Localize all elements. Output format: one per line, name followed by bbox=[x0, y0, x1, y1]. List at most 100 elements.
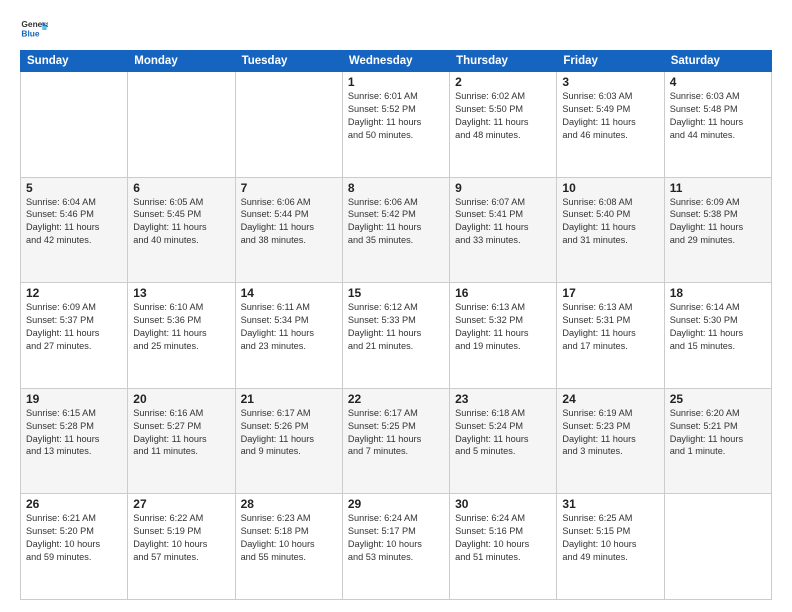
day-number: 31 bbox=[562, 497, 658, 511]
calendar-cell: 1Sunrise: 6:01 AM Sunset: 5:52 PM Daylig… bbox=[342, 72, 449, 178]
day-number: 19 bbox=[26, 392, 122, 406]
calendar-cell: 28Sunrise: 6:23 AM Sunset: 5:18 PM Dayli… bbox=[235, 494, 342, 600]
day-info: Sunrise: 6:13 AM Sunset: 5:32 PM Dayligh… bbox=[455, 301, 551, 353]
day-number: 25 bbox=[670, 392, 766, 406]
day-info: Sunrise: 6:20 AM Sunset: 5:21 PM Dayligh… bbox=[670, 407, 766, 459]
day-info: Sunrise: 6:10 AM Sunset: 5:36 PM Dayligh… bbox=[133, 301, 229, 353]
calendar-cell: 6Sunrise: 6:05 AM Sunset: 5:45 PM Daylig… bbox=[128, 177, 235, 283]
day-number: 28 bbox=[241, 497, 337, 511]
week-row-0: 1Sunrise: 6:01 AM Sunset: 5:52 PM Daylig… bbox=[21, 72, 772, 178]
day-info: Sunrise: 6:04 AM Sunset: 5:46 PM Dayligh… bbox=[26, 196, 122, 248]
weekday-header-wednesday: Wednesday bbox=[342, 51, 449, 72]
calendar-cell: 31Sunrise: 6:25 AM Sunset: 5:15 PM Dayli… bbox=[557, 494, 664, 600]
day-info: Sunrise: 6:06 AM Sunset: 5:44 PM Dayligh… bbox=[241, 196, 337, 248]
day-number: 11 bbox=[670, 181, 766, 195]
day-number: 29 bbox=[348, 497, 444, 511]
day-number: 7 bbox=[241, 181, 337, 195]
day-number: 4 bbox=[670, 75, 766, 89]
day-info: Sunrise: 6:11 AM Sunset: 5:34 PM Dayligh… bbox=[241, 301, 337, 353]
day-number: 10 bbox=[562, 181, 658, 195]
calendar-cell: 10Sunrise: 6:08 AM Sunset: 5:40 PM Dayli… bbox=[557, 177, 664, 283]
logo-icon: General Blue bbox=[20, 16, 48, 44]
calendar-cell: 11Sunrise: 6:09 AM Sunset: 5:38 PM Dayli… bbox=[664, 177, 771, 283]
week-row-3: 19Sunrise: 6:15 AM Sunset: 5:28 PM Dayli… bbox=[21, 388, 772, 494]
calendar-cell: 23Sunrise: 6:18 AM Sunset: 5:24 PM Dayli… bbox=[450, 388, 557, 494]
day-info: Sunrise: 6:07 AM Sunset: 5:41 PM Dayligh… bbox=[455, 196, 551, 248]
calendar-cell bbox=[235, 72, 342, 178]
day-info: Sunrise: 6:08 AM Sunset: 5:40 PM Dayligh… bbox=[562, 196, 658, 248]
calendar-cell: 30Sunrise: 6:24 AM Sunset: 5:16 PM Dayli… bbox=[450, 494, 557, 600]
calendar-cell: 16Sunrise: 6:13 AM Sunset: 5:32 PM Dayli… bbox=[450, 283, 557, 389]
day-number: 23 bbox=[455, 392, 551, 406]
calendar-cell: 13Sunrise: 6:10 AM Sunset: 5:36 PM Dayli… bbox=[128, 283, 235, 389]
weekday-header-thursday: Thursday bbox=[450, 51, 557, 72]
day-info: Sunrise: 6:14 AM Sunset: 5:30 PM Dayligh… bbox=[670, 301, 766, 353]
day-info: Sunrise: 6:24 AM Sunset: 5:16 PM Dayligh… bbox=[455, 512, 551, 564]
day-info: Sunrise: 6:23 AM Sunset: 5:18 PM Dayligh… bbox=[241, 512, 337, 564]
day-info: Sunrise: 6:25 AM Sunset: 5:15 PM Dayligh… bbox=[562, 512, 658, 564]
calendar-cell: 14Sunrise: 6:11 AM Sunset: 5:34 PM Dayli… bbox=[235, 283, 342, 389]
day-info: Sunrise: 6:05 AM Sunset: 5:45 PM Dayligh… bbox=[133, 196, 229, 248]
calendar-cell: 19Sunrise: 6:15 AM Sunset: 5:28 PM Dayli… bbox=[21, 388, 128, 494]
week-row-4: 26Sunrise: 6:21 AM Sunset: 5:20 PM Dayli… bbox=[21, 494, 772, 600]
weekday-header-monday: Monday bbox=[128, 51, 235, 72]
calendar-cell: 8Sunrise: 6:06 AM Sunset: 5:42 PM Daylig… bbox=[342, 177, 449, 283]
day-info: Sunrise: 6:24 AM Sunset: 5:17 PM Dayligh… bbox=[348, 512, 444, 564]
day-number: 21 bbox=[241, 392, 337, 406]
day-number: 14 bbox=[241, 286, 337, 300]
calendar-cell: 18Sunrise: 6:14 AM Sunset: 5:30 PM Dayli… bbox=[664, 283, 771, 389]
calendar-cell bbox=[128, 72, 235, 178]
calendar-cell: 25Sunrise: 6:20 AM Sunset: 5:21 PM Dayli… bbox=[664, 388, 771, 494]
day-number: 22 bbox=[348, 392, 444, 406]
calendar-cell: 9Sunrise: 6:07 AM Sunset: 5:41 PM Daylig… bbox=[450, 177, 557, 283]
day-info: Sunrise: 6:03 AM Sunset: 5:48 PM Dayligh… bbox=[670, 90, 766, 142]
day-number: 2 bbox=[455, 75, 551, 89]
day-number: 17 bbox=[562, 286, 658, 300]
weekday-header-sunday: Sunday bbox=[21, 51, 128, 72]
day-number: 6 bbox=[133, 181, 229, 195]
day-number: 9 bbox=[455, 181, 551, 195]
calendar-cell: 21Sunrise: 6:17 AM Sunset: 5:26 PM Dayli… bbox=[235, 388, 342, 494]
day-number: 18 bbox=[670, 286, 766, 300]
calendar-cell: 12Sunrise: 6:09 AM Sunset: 5:37 PM Dayli… bbox=[21, 283, 128, 389]
calendar-table: SundayMondayTuesdayWednesdayThursdayFrid… bbox=[20, 50, 772, 600]
day-info: Sunrise: 6:19 AM Sunset: 5:23 PM Dayligh… bbox=[562, 407, 658, 459]
day-number: 3 bbox=[562, 75, 658, 89]
day-number: 15 bbox=[348, 286, 444, 300]
day-info: Sunrise: 6:22 AM Sunset: 5:19 PM Dayligh… bbox=[133, 512, 229, 564]
weekday-header-saturday: Saturday bbox=[664, 51, 771, 72]
calendar-cell: 4Sunrise: 6:03 AM Sunset: 5:48 PM Daylig… bbox=[664, 72, 771, 178]
day-info: Sunrise: 6:09 AM Sunset: 5:38 PM Dayligh… bbox=[670, 196, 766, 248]
page: General Blue SundayMondayTuesdayWednesda… bbox=[0, 0, 792, 612]
calendar-cell: 2Sunrise: 6:02 AM Sunset: 5:50 PM Daylig… bbox=[450, 72, 557, 178]
week-row-2: 12Sunrise: 6:09 AM Sunset: 5:37 PM Dayli… bbox=[21, 283, 772, 389]
weekday-header-tuesday: Tuesday bbox=[235, 51, 342, 72]
day-info: Sunrise: 6:09 AM Sunset: 5:37 PM Dayligh… bbox=[26, 301, 122, 353]
calendar-cell bbox=[664, 494, 771, 600]
weekday-header-friday: Friday bbox=[557, 51, 664, 72]
day-info: Sunrise: 6:18 AM Sunset: 5:24 PM Dayligh… bbox=[455, 407, 551, 459]
calendar-cell: 27Sunrise: 6:22 AM Sunset: 5:19 PM Dayli… bbox=[128, 494, 235, 600]
day-number: 20 bbox=[133, 392, 229, 406]
day-number: 1 bbox=[348, 75, 444, 89]
week-row-1: 5Sunrise: 6:04 AM Sunset: 5:46 PM Daylig… bbox=[21, 177, 772, 283]
day-number: 30 bbox=[455, 497, 551, 511]
day-info: Sunrise: 6:15 AM Sunset: 5:28 PM Dayligh… bbox=[26, 407, 122, 459]
day-info: Sunrise: 6:17 AM Sunset: 5:26 PM Dayligh… bbox=[241, 407, 337, 459]
calendar-cell: 22Sunrise: 6:17 AM Sunset: 5:25 PM Dayli… bbox=[342, 388, 449, 494]
day-info: Sunrise: 6:12 AM Sunset: 5:33 PM Dayligh… bbox=[348, 301, 444, 353]
calendar-cell: 7Sunrise: 6:06 AM Sunset: 5:44 PM Daylig… bbox=[235, 177, 342, 283]
calendar-cell: 17Sunrise: 6:13 AM Sunset: 5:31 PM Dayli… bbox=[557, 283, 664, 389]
day-number: 12 bbox=[26, 286, 122, 300]
day-number: 26 bbox=[26, 497, 122, 511]
calendar-cell bbox=[21, 72, 128, 178]
calendar-cell: 26Sunrise: 6:21 AM Sunset: 5:20 PM Dayli… bbox=[21, 494, 128, 600]
day-info: Sunrise: 6:03 AM Sunset: 5:49 PM Dayligh… bbox=[562, 90, 658, 142]
day-info: Sunrise: 6:21 AM Sunset: 5:20 PM Dayligh… bbox=[26, 512, 122, 564]
logo: General Blue bbox=[20, 16, 48, 44]
calendar-cell: 20Sunrise: 6:16 AM Sunset: 5:27 PM Dayli… bbox=[128, 388, 235, 494]
day-info: Sunrise: 6:01 AM Sunset: 5:52 PM Dayligh… bbox=[348, 90, 444, 142]
day-number: 16 bbox=[455, 286, 551, 300]
calendar-cell: 15Sunrise: 6:12 AM Sunset: 5:33 PM Dayli… bbox=[342, 283, 449, 389]
calendar-cell: 24Sunrise: 6:19 AM Sunset: 5:23 PM Dayli… bbox=[557, 388, 664, 494]
